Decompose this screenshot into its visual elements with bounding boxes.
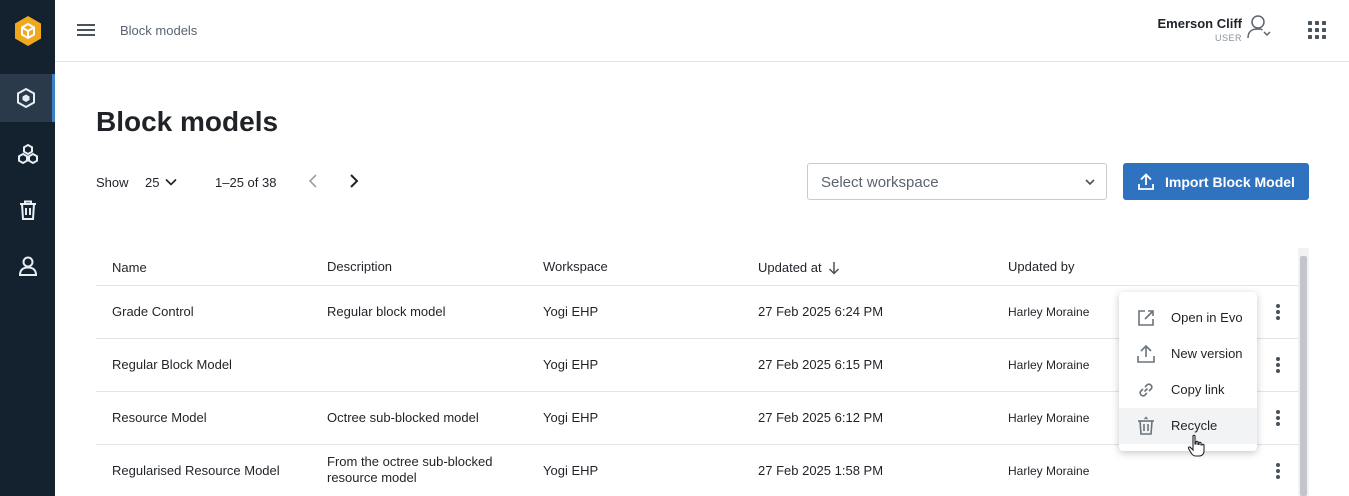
row-actions-kebab-icon[interactable] (1272, 302, 1284, 322)
workspace-select-placeholder: Select workspace (821, 174, 939, 191)
table-scrollbar-thumb[interactable] (1300, 256, 1307, 496)
chevron-down-icon (1085, 179, 1095, 186)
import-block-model-button[interactable]: Import Block Model (1123, 163, 1309, 200)
cell-description: From the octree sub-blocked resource mod… (327, 454, 493, 485)
pagination-range: 1–25 of 38 (215, 175, 277, 190)
next-page-icon[interactable] (346, 173, 362, 189)
cell-updated-at: 27 Feb 2025 6:24 PM (758, 304, 884, 319)
row-actions-kebab-icon[interactable] (1272, 408, 1284, 428)
sidebar (0, 0, 55, 496)
table-row[interactable]: Regularised Resource Model From the octr… (96, 445, 1298, 496)
breadcrumb: Block models (120, 23, 198, 38)
column-header-workspace[interactable]: Workspace (543, 259, 608, 274)
chevron-down-icon (165, 178, 178, 186)
cell-name: Resource Model (112, 410, 207, 425)
user-name: Emerson Cliff (1157, 16, 1242, 31)
column-header-description[interactable]: Description (327, 259, 392, 274)
column-header-updated-at[interactable]: Updated at (758, 260, 840, 275)
hexagon-logo-icon (14, 16, 41, 46)
block-model-icon (17, 87, 35, 109)
table-row[interactable]: Resource Model Octree sub-blocked model … (96, 392, 1298, 445)
sort-descending-arrow-icon (828, 261, 839, 275)
column-header-name[interactable]: Name (112, 260, 147, 275)
cell-updated-at: 27 Feb 2025 6:12 PM (758, 410, 884, 425)
sidebar-item-objects[interactable] (0, 130, 55, 178)
cell-updated-at: 27 Feb 2025 1:58 PM (758, 463, 884, 478)
recycle-bin-icon (1138, 416, 1154, 435)
menu-item-label: New version (1171, 346, 1243, 361)
app-root: Block models Emerson Cliff USER Block mo… (0, 0, 1349, 496)
trash-icon (19, 200, 36, 220)
cell-name: Regularised Resource Model (112, 463, 280, 478)
cell-name: Grade Control (112, 304, 194, 319)
cell-updated-by: Harley Moraine (1008, 464, 1090, 478)
menu-item-label: Recycle (1171, 418, 1218, 433)
sidebar-item-account[interactable] (0, 242, 55, 290)
menu-item-new-version[interactable]: New version (1119, 336, 1257, 372)
cell-description: Regular block model (327, 304, 446, 319)
show-label: Show (96, 175, 129, 190)
cell-updated-by: Harley Moraine (1008, 411, 1090, 425)
cell-description: Octree sub-blocked model (327, 410, 479, 425)
user-role: USER (1214, 33, 1242, 43)
table-header: Name Description Workspace Updated at Up… (96, 248, 1298, 286)
row-actions-kebab-icon[interactable] (1272, 355, 1284, 375)
person-icon (18, 256, 37, 276)
previous-page-icon[interactable] (306, 173, 322, 189)
hamburger-menu-icon[interactable] (75, 20, 97, 40)
apps-grid-icon[interactable] (1307, 20, 1327, 40)
hand-pointer-cursor-icon (1187, 434, 1205, 457)
cell-workspace: Yogi EHP (543, 463, 599, 478)
menu-item-label: Open in Evo (1171, 310, 1243, 325)
cell-name: Regular Block Model (112, 357, 232, 372)
menu-item-copy-link[interactable]: Copy link (1119, 372, 1257, 408)
upload-icon (1138, 172, 1154, 190)
column-header-updated-by[interactable]: Updated by (1008, 259, 1075, 274)
upload-icon (1137, 344, 1155, 363)
cell-workspace: Yogi EHP (543, 410, 599, 425)
table-row[interactable]: Grade Control Regular block model Yogi E… (96, 286, 1298, 339)
cell-updated-at: 27 Feb 2025 6:15 PM (758, 357, 884, 372)
user-menu-icon[interactable] (1246, 13, 1274, 41)
page-size-select[interactable]: 25 (145, 172, 178, 192)
cell-updated-by: Harley Moraine (1008, 305, 1090, 319)
sidebar-item-block-models[interactable] (0, 74, 55, 122)
row-actions-menu: Open in Evo New version Copy link Recycl… (1119, 292, 1257, 451)
row-actions-kebab-icon[interactable] (1272, 461, 1284, 481)
import-button-label: Import Block Model (1165, 173, 1295, 190)
cell-workspace: Yogi EHP (543, 357, 599, 372)
table-row[interactable]: Regular Block Model Yogi EHP 27 Feb 2025… (96, 339, 1298, 392)
link-icon (1139, 383, 1153, 397)
cell-workspace: Yogi EHP (543, 304, 599, 319)
cell-updated-by: Harley Moraine (1008, 358, 1090, 372)
page-size-value: 25 (145, 174, 160, 190)
workspace-select[interactable]: Select workspace (807, 163, 1107, 200)
page-title: Block models (96, 106, 279, 137)
open-external-icon (1138, 310, 1154, 326)
top-bar: Block models Emerson Cliff USER (55, 0, 1349, 62)
menu-item-open-in-evo[interactable]: Open in Evo (1119, 300, 1257, 336)
sidebar-item-recycle-bin[interactable] (0, 186, 55, 234)
app-logo[interactable] (0, 0, 55, 62)
cubes-icon (17, 143, 38, 165)
column-header-updated-at-label: Updated at (758, 260, 822, 275)
menu-item-label: Copy link (1171, 382, 1225, 397)
